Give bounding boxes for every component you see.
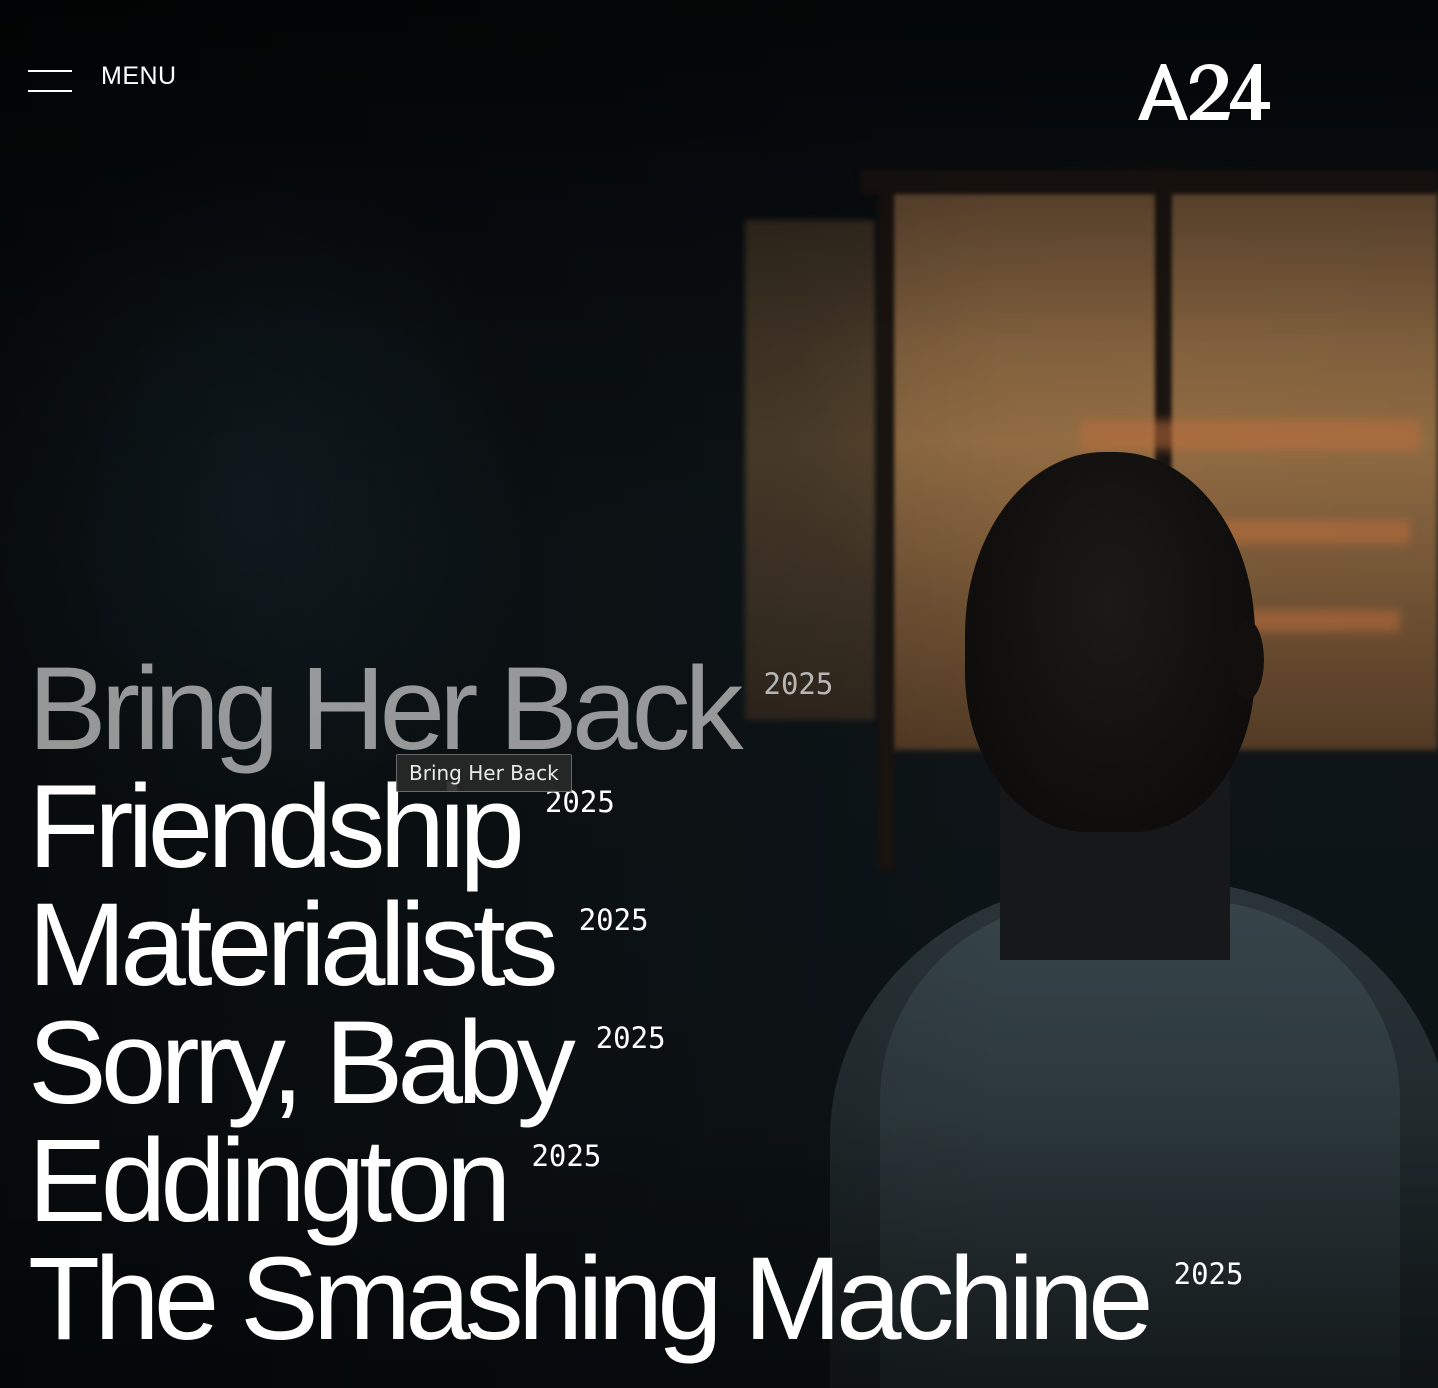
film-item-sorry-baby[interactable]: Sorry, Baby 2025 [28, 998, 1243, 1128]
film-list: Bring Her Back 2025 Friendship 2025 Mate… [28, 644, 1244, 1364]
a24-logo[interactable] [1138, 62, 1272, 122]
menu-button[interactable]: MENU [28, 58, 177, 94]
film-year: 2025 [763, 667, 834, 701]
film-item-bring-her-back[interactable]: Bring Her Back 2025 [28, 644, 1243, 774]
film-year: 2025 [531, 1139, 602, 1173]
film-item-friendship[interactable]: Friendship 2025 [28, 762, 1243, 892]
menu-label: MENU [101, 62, 177, 90]
film-year: 2025 [578, 903, 649, 937]
film-item-materialists[interactable]: Materialists 2025 [28, 880, 1243, 1010]
a24-logo-mark [1138, 64, 1270, 120]
film-title[interactable]: The Smashing Machine [28, 1234, 1154, 1364]
film-year: 2025 [595, 1021, 666, 1055]
film-title[interactable]: Materialists [28, 880, 559, 1010]
film-item-eddington[interactable]: Eddington 2025 [28, 1116, 1243, 1246]
film-year: 2025 [1173, 1257, 1244, 1291]
hamburger-icon [28, 64, 74, 92]
film-item-the-smashing-machine[interactable]: The Smashing Machine 2025 [28, 1234, 1244, 1364]
film-title[interactable]: Eddington [28, 1116, 511, 1246]
title-tooltip: Bring Her Back [396, 754, 572, 792]
film-title[interactable]: Bring Her Back [28, 644, 744, 774]
film-title[interactable]: Sorry, Baby [28, 998, 576, 1128]
